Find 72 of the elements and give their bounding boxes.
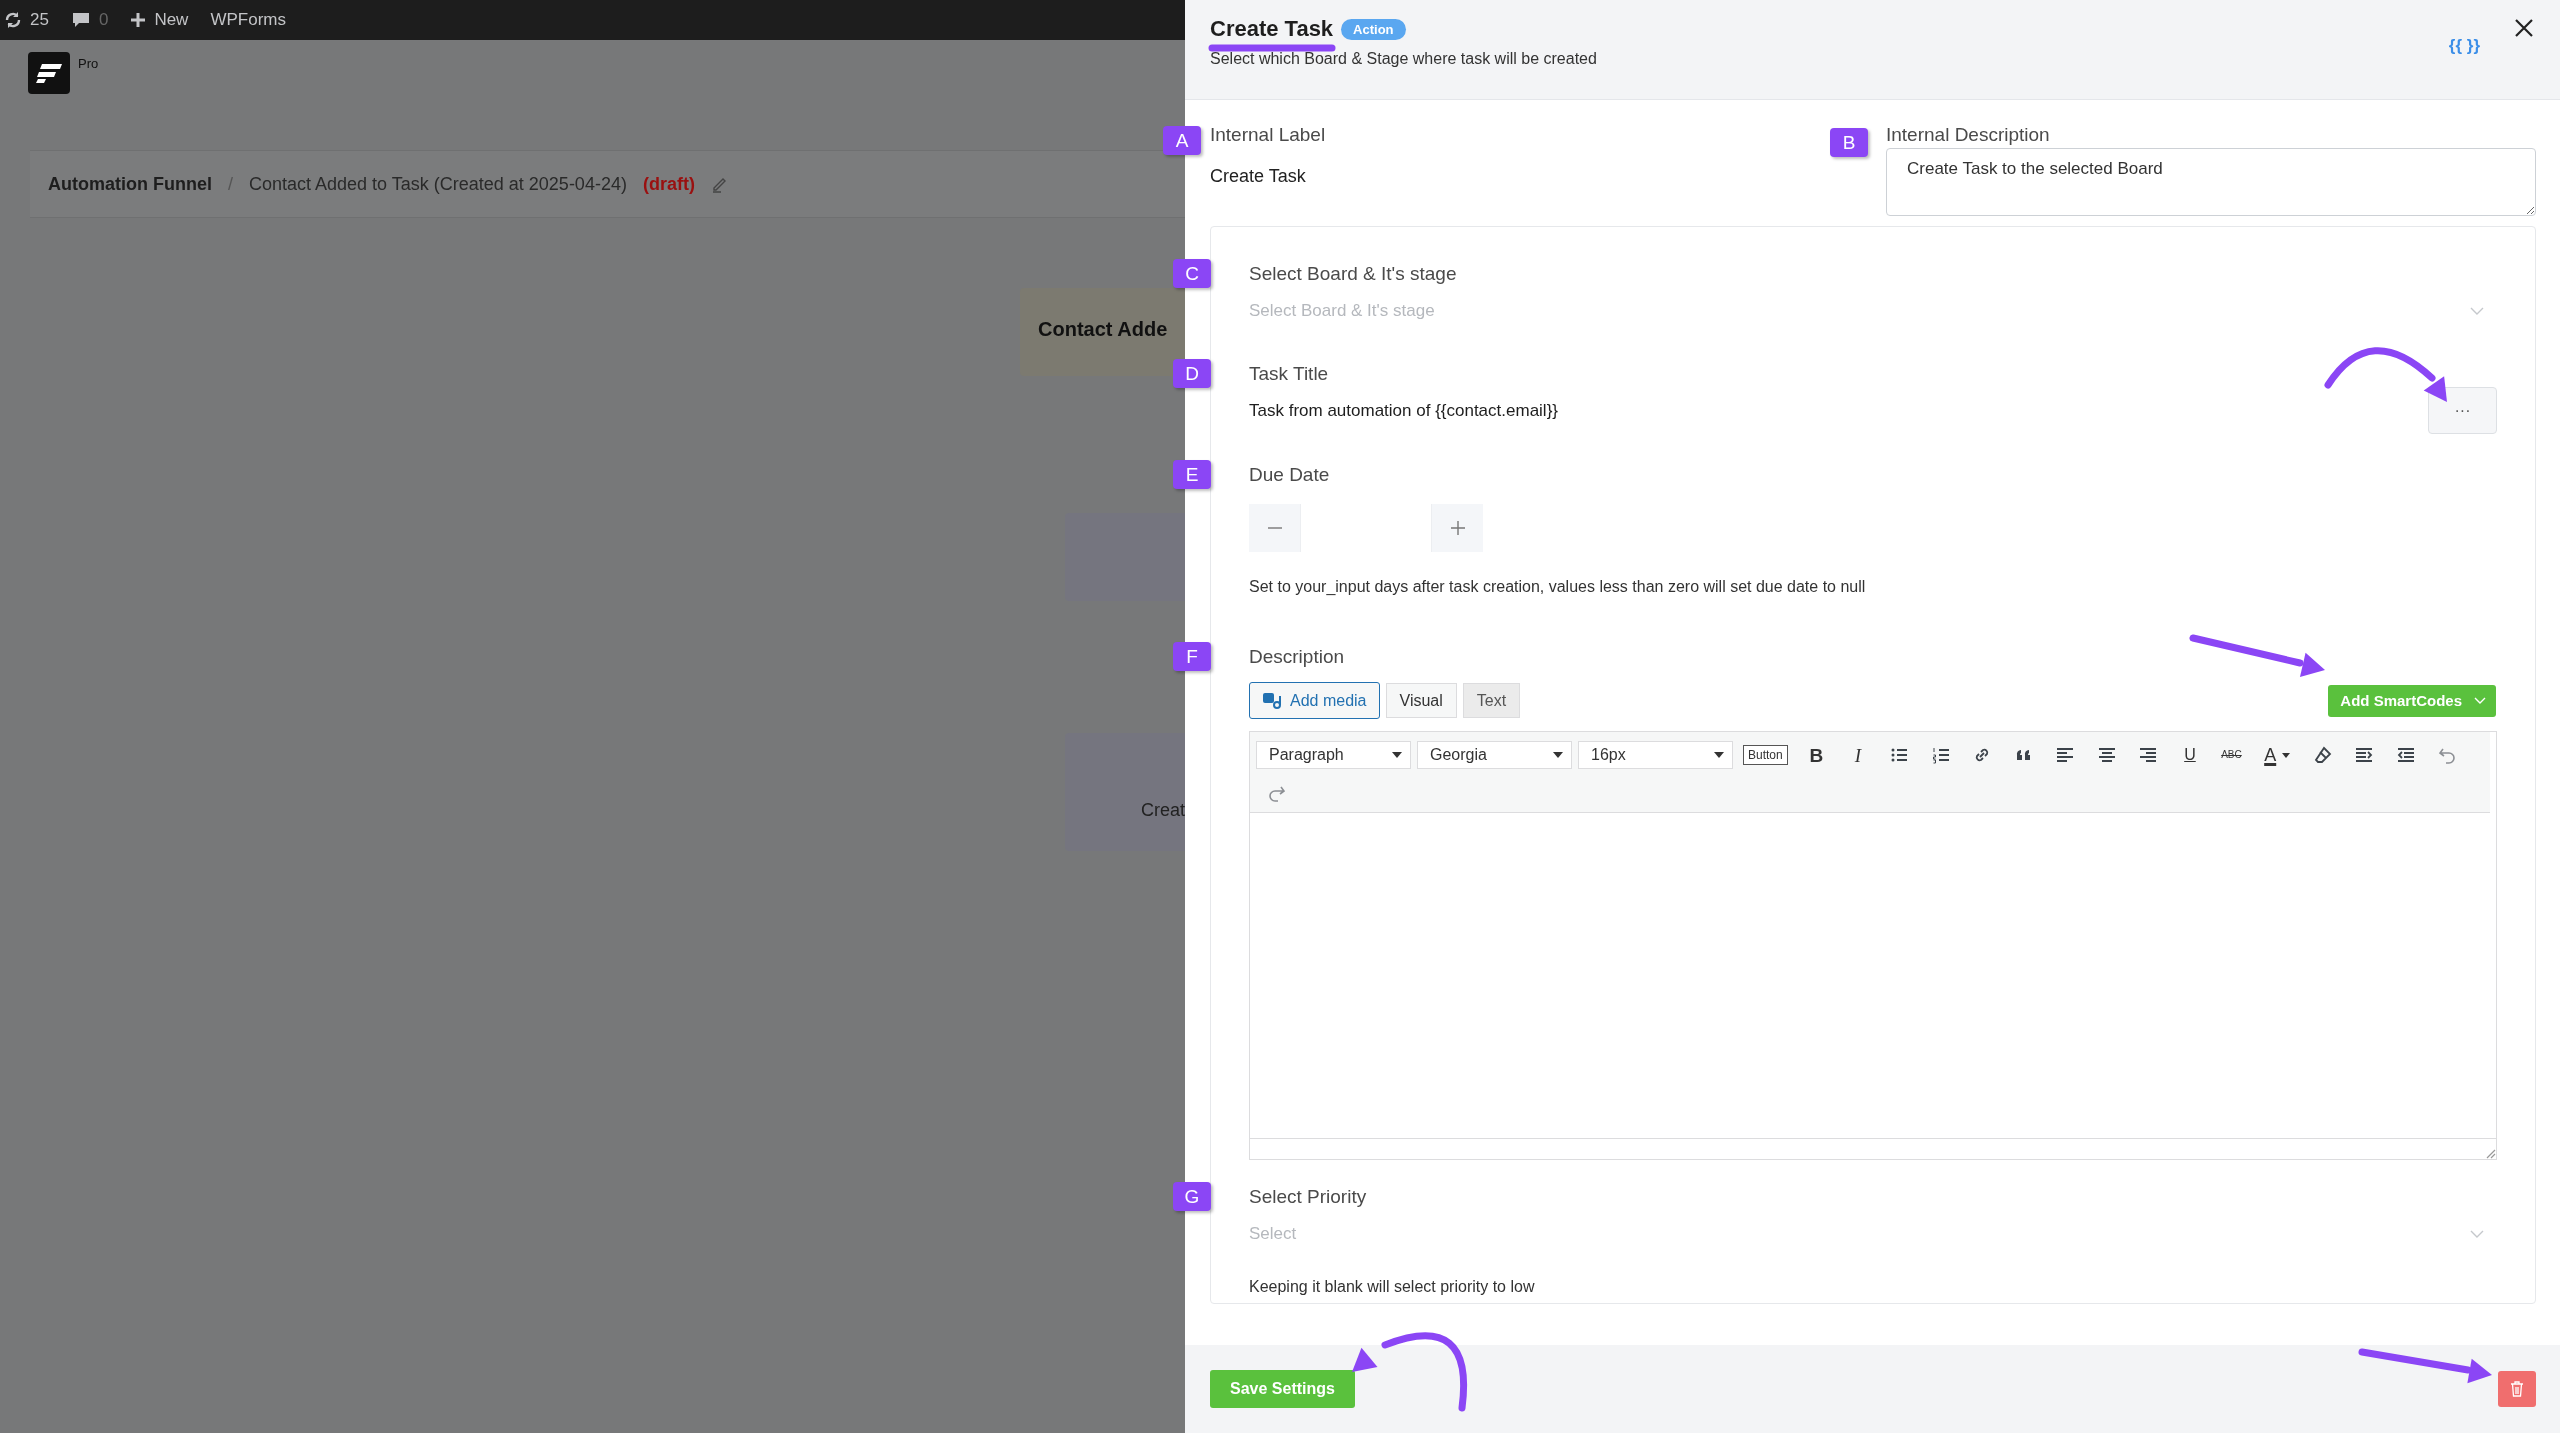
italic-button[interactable]: I: [1837, 738, 1879, 772]
status-label: (draft): [642, 173, 695, 195]
strikethrough-button[interactable]: ABC: [2210, 738, 2253, 772]
chevron-down-icon: [2469, 1229, 2485, 1239]
help-text: Set to your_input days after task creation, values less than zero will set due date to null: [1249, 578, 1867, 596]
toolbar-dropdown[interactable]: 16px: [1578, 741, 1733, 769]
editor-tab[interactable]: Text: [1462, 683, 1521, 718]
text-color-button[interactable]: A: [2252, 738, 2303, 772]
step-marker: D: [1173, 359, 1211, 388]
plus-icon: [1449, 520, 1466, 536]
caret-icon: [1714, 752, 1724, 758]
action-node[interactable]: [1065, 513, 1185, 601]
field-label: Internal Label: [1210, 124, 1326, 146]
caret-icon: [1553, 752, 1563, 758]
eraser-icon[interactable]: [2313, 746, 2332, 764]
more-button[interactable]: ···: [2428, 387, 2497, 434]
step-marker: C: [1173, 259, 1211, 288]
breadcrumb-link[interactable]: Automation Funnel: [48, 173, 212, 195]
action-node[interactable]: Creat: [1065, 733, 1185, 851]
panel-title: Create Task: [1210, 16, 1334, 42]
plus-icon: [130, 12, 147, 28]
panel-subtitle: Select which Board & Stage where task will be created: [1210, 50, 1598, 68]
underline-button[interactable]: U: [2169, 738, 2211, 772]
undo-icon[interactable]: [2438, 746, 2457, 764]
step-marker: G: [1173, 1182, 1211, 1211]
field-label: Select Board & It's stage: [1249, 263, 1457, 285]
description-field[interactable]: Create Task to the selected Board: [1886, 148, 2536, 216]
new-link[interactable]: New: [130, 10, 189, 30]
insert-button-tool[interactable]: Button: [1743, 745, 1788, 765]
indent-icon[interactable]: [2355, 746, 2374, 764]
toolbar-dropdown[interactable]: Georgia: [1417, 741, 1572, 769]
comment-icon: [70, 11, 91, 29]
step-marker: B: [1830, 128, 1868, 157]
breadcrumb-current: Contact Added to Task (Created at 2025-04-24): [249, 173, 627, 195]
align-right-icon[interactable]: [2139, 746, 2158, 764]
trash-icon: [2510, 1381, 2524, 1397]
field-value: Create Task: [1210, 166, 1307, 187]
field-label: Due Date: [1249, 464, 1330, 486]
chevron-down-icon: [2474, 696, 2486, 705]
add-media-button[interactable]: Add media: [1249, 682, 1380, 719]
refresh-icon: [4, 11, 22, 29]
chevron-down-icon: [2469, 306, 2485, 316]
step-marker: A: [1163, 126, 1201, 155]
outdent-icon[interactable]: [2396, 746, 2415, 764]
caret-icon: [2282, 752, 2291, 758]
updates-link[interactable]: 25: [4, 10, 49, 30]
toolbar-dropdown[interactable]: Paragraph: [1256, 741, 1411, 769]
trigger-node[interactable]: Contact Adde: [1020, 288, 1185, 376]
redo-icon[interactable]: [1267, 784, 1286, 802]
plugin-link[interactable]: WPForms: [210, 10, 286, 30]
numbered-list-icon[interactable]: [1931, 746, 1950, 764]
bulleted-list-icon[interactable]: [1890, 746, 1909, 764]
title-value: Task from automation of {{contact.email}}: [1249, 400, 1558, 421]
minus-icon: [1266, 527, 1283, 529]
action-badge: Action: [1341, 18, 1406, 40]
resize-handle-icon[interactable]: [2484, 1147, 2496, 1159]
field-label: Task Title: [1249, 363, 1329, 385]
field-label: Internal Description: [1886, 124, 2050, 146]
media-icon: [1262, 691, 1282, 710]
field-label: Select Priority: [1249, 1186, 1367, 1208]
breadcrumb-separator: /: [228, 173, 233, 195]
caret-icon: [1392, 752, 1402, 758]
help-text: Keeping it blank will select priority to low: [1249, 1278, 1536, 1296]
step-marker: E: [1173, 460, 1211, 489]
align-left-icon[interactable]: [2056, 746, 2075, 764]
field-label: Description: [1249, 646, 1345, 668]
step-marker: F: [1173, 642, 1211, 671]
app-logo[interactable]: [28, 52, 70, 94]
align-center-icon[interactable]: [2097, 746, 2116, 764]
editor-tab[interactable]: Visual: [1385, 683, 1457, 718]
bold-button[interactable]: B: [1795, 738, 1838, 772]
plan-label: Pro: [78, 56, 99, 71]
